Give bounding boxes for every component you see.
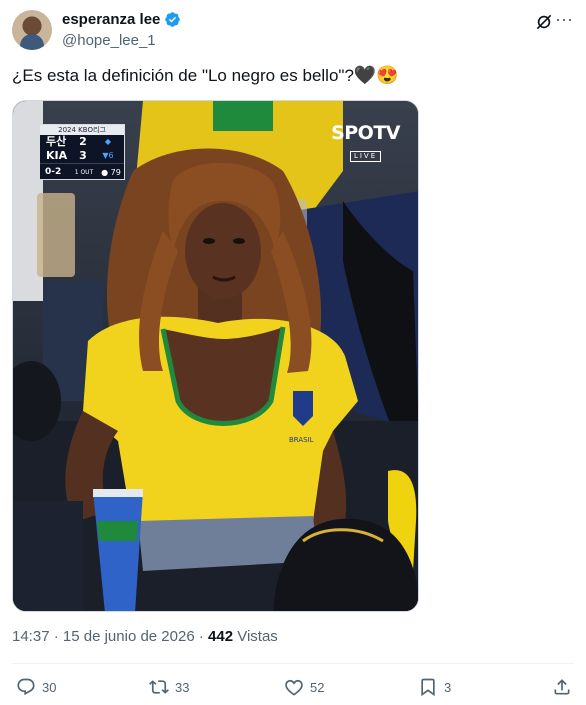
tweet-emoji: 🖤😍	[353, 65, 399, 85]
scorebug-row-team2: KIA 3 ▼6	[40, 149, 124, 163]
scorebug-outs: 1 OUT	[74, 168, 94, 176]
display-name[interactable]: esperanza lee	[62, 11, 160, 28]
scorebug-league: 2024 KBO리그	[40, 125, 124, 135]
retweet-icon	[149, 680, 169, 694]
author-handle[interactable]: @hope_lee_1	[62, 32, 156, 49]
meta-separator: ·	[53, 628, 59, 645]
tweet-header: esperanza lee @hope_lee_1 ⋯	[12, 10, 574, 52]
broadcaster-name: SPOTV	[331, 122, 400, 144]
scorebug-row-team1: 두산 2 ◆	[40, 135, 124, 149]
views-count: 442	[208, 628, 234, 645]
bookmark-icon	[421, 678, 435, 697]
scorebug-overlay: 2024 KBO리그 두산 2 ◆ KIA 3 ▼6 0-2 1 OUT ● 7…	[39, 124, 125, 180]
retweet-count: 33	[175, 679, 190, 695]
bookmark-count: 3	[444, 679, 452, 695]
like-button[interactable]: 52	[284, 677, 324, 697]
scorebug-status: 0-2 1 OUT ● 79	[40, 163, 124, 180]
scorebug-score1: 2	[79, 135, 87, 148]
meta-separator: ·	[198, 628, 204, 645]
scorebug-pitch-count: ● 79	[101, 167, 121, 177]
verified-badge-icon	[165, 12, 181, 27]
scorebug-count: 0-2	[45, 166, 62, 177]
tweet-text: ¿Es esta la definición de "Lo negro es b…	[12, 64, 572, 87]
grok-icon[interactable]	[534, 12, 554, 32]
avatar[interactable]	[12, 10, 52, 50]
retweet-button[interactable]: 33	[149, 677, 189, 697]
scorebug-team2: KIA	[46, 149, 68, 162]
broadcaster-logo: SPOTV LIVE	[331, 123, 400, 162]
reply-count: 30	[42, 679, 57, 695]
scorebug-team1: 두산	[46, 135, 67, 148]
divider	[12, 663, 574, 664]
action-bar: 30 33 52 3	[16, 677, 572, 701]
scorebug-score2: 3	[79, 149, 87, 162]
bookmark-button[interactable]: 3	[418, 677, 451, 697]
scorebug-bases-icon: ◆	[104, 137, 112, 146]
author-name-line: esperanza lee	[62, 11, 181, 28]
tweet-body: ¿Es esta la definición de "Lo negro es b…	[12, 66, 354, 85]
tweet-time[interactable]: 14:37	[12, 628, 50, 645]
reply-icon	[17, 678, 35, 696]
tweet-media-image[interactable]: BRASIL 2024 KBO리그 두산 2 ◆ KIA 3 ▼6 0-2 1 …	[12, 100, 419, 612]
scorebug-inning: ▼6	[102, 151, 114, 160]
tweet-date[interactable]: 15 de junio de 2026	[63, 628, 195, 645]
share-button[interactable]	[552, 677, 572, 697]
tweet-meta: 14:37 · 15 de junio de 2026 · 442 Vistas	[12, 628, 278, 645]
reply-button[interactable]: 30	[16, 677, 56, 697]
views-label: Vistas	[237, 628, 278, 645]
live-badge: LIVE	[349, 151, 382, 162]
svg-text:BRASIL: BRASIL	[289, 436, 314, 444]
heart-icon	[285, 679, 303, 696]
share-icon	[554, 679, 570, 695]
like-count: 52	[310, 679, 325, 695]
more-options-icon[interactable]: ⋯	[555, 10, 574, 31]
